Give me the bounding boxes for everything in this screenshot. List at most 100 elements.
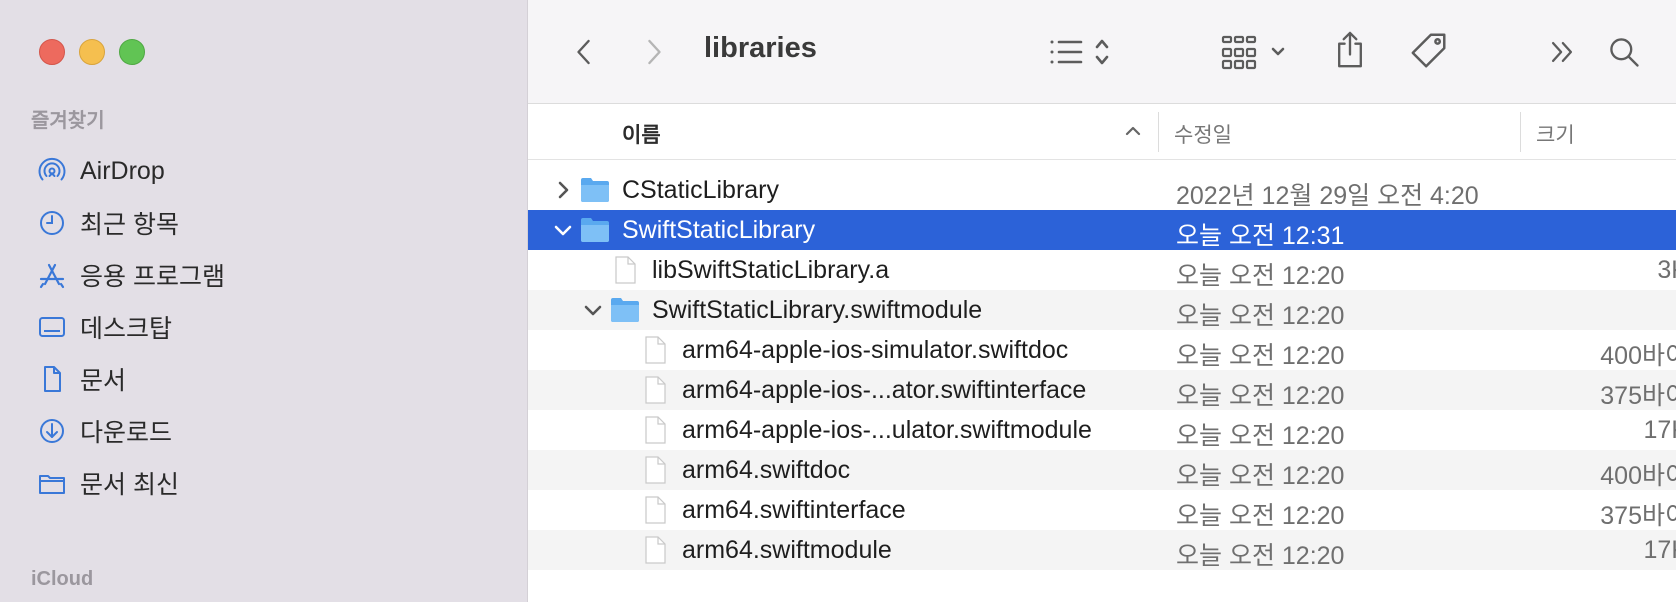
sidebar-item-applications[interactable]: 응용 프로그램 (28, 252, 508, 298)
table-row[interactable]: arm64-apple-ios-...ulator.swiftmodule 오늘… (528, 410, 1676, 450)
back-button[interactable] (566, 32, 602, 72)
file-name: arm64.swiftdoc (682, 456, 851, 484)
file-icon (640, 535, 670, 565)
file-size: 17K (1643, 416, 1676, 444)
file-date: 오늘 오전 12:31 (1176, 222, 1345, 250)
sidebar-item-airdrop[interactable]: AirDrop (28, 148, 508, 194)
table-row[interactable]: arm64-apple-ios-simulator.swiftdoc 오늘 오전… (528, 330, 1676, 370)
sidebar-item-label: AirDrop (80, 156, 165, 185)
table-row[interactable]: arm64.swiftdoc 오늘 오전 12:20 400바이 (528, 450, 1676, 490)
share-icon (1338, 31, 1362, 68)
desktop-icon (34, 309, 70, 345)
file-date: 오늘 오전 12:20 (1176, 502, 1345, 530)
file-icon (640, 495, 670, 525)
forward-button[interactable] (636, 32, 672, 72)
folder-icon (580, 175, 610, 205)
table-row[interactable]: SwiftStaticLibrary.swiftmodule 오늘 오전 12:… (528, 290, 1676, 330)
file-date: 오늘 오전 12:20 (1176, 262, 1345, 290)
file-size: 375바이 (1600, 382, 1676, 410)
file-name: arm64.swiftmodule (682, 536, 892, 564)
file-icon (640, 335, 670, 365)
download-icon (34, 413, 70, 449)
close-window-button[interactable] (39, 39, 65, 65)
file-name: arm64-apple-ios-simulator.swiftdoc (682, 336, 1069, 364)
sidebar-item-desktop[interactable]: 데스크탑 (28, 304, 508, 350)
file-name: libSwiftStaticLibrary.a (652, 256, 890, 284)
column-size-header[interactable]: 크기 (1536, 119, 1575, 149)
tag-icon (1411, 33, 1446, 68)
file-date: 오늘 오전 12:20 (1176, 462, 1345, 490)
file-date: 오늘 오전 12:20 (1176, 342, 1345, 370)
column-divider[interactable] (1158, 112, 1159, 152)
disclosure-expanded-icon[interactable] (552, 219, 574, 241)
minimize-window-button[interactable] (79, 39, 105, 65)
file-name: arm64-apple-ios-...ator.swiftinterface (682, 376, 1087, 404)
sidebar-section-favorites: 즐겨찾기 (31, 110, 105, 132)
sidebar-item-downloads[interactable]: 다운로드 (28, 408, 508, 454)
sidebar-item-recents[interactable]: 최근 항목 (28, 200, 508, 246)
table-row[interactable]: arm64-apple-ios-...ator.swiftinterface 오… (528, 370, 1676, 410)
chevron-right-icon (648, 39, 661, 65)
sidebar: 즐겨찾기 AirDrop 최근 항목 응용 프로그램 데스크탑 문서 다운로드 … (0, 0, 528, 602)
file-name: arm64-apple-ios-...ulator.swiftmodule (682, 416, 1092, 444)
toolbar: libraries (528, 0, 1676, 104)
file-size: 375바이 (1600, 502, 1676, 530)
file-icon (640, 455, 670, 485)
grid-group-icon (1221, 35, 1285, 70)
group-button[interactable] (1218, 30, 1302, 74)
table-row[interactable]: arm64.swiftinterface 오늘 오전 12:20 375바이 (528, 490, 1676, 530)
table-row[interactable]: arm64.swiftmodule 오늘 오전 12:20 17K (528, 530, 1676, 570)
list-view-icon (1050, 39, 1109, 65)
double-chevron-icon (1551, 41, 1573, 63)
file-date: 2022년 12월 29일 오전 4:20 (1176, 182, 1479, 210)
file-size: 3K (1657, 256, 1676, 284)
table-row[interactable]: libSwiftStaticLibrary.a 오늘 오전 12:20 3K (528, 250, 1676, 290)
search-icon (1610, 38, 1639, 67)
window-title: libraries (704, 32, 817, 64)
airdrop-icon (34, 153, 70, 189)
table-row[interactable]: SwiftStaticLibrary 오늘 오전 12:31 (528, 210, 1676, 250)
folder-icon (580, 215, 610, 245)
file-name: CStaticLibrary (622, 176, 779, 204)
sidebar-item-label: 데스크탑 (80, 315, 173, 343)
column-divider[interactable] (1520, 112, 1521, 152)
file-size: 400바이 (1600, 342, 1676, 370)
search-button[interactable] (1602, 30, 1646, 74)
file-date: 오늘 오전 12:20 (1176, 302, 1345, 330)
document-icon (34, 361, 70, 397)
table-row[interactable]: CStaticLibrary 2022년 12월 29일 오전 4:20 (528, 170, 1676, 210)
applications-icon (34, 257, 70, 293)
column-name-header[interactable]: 이름 (622, 119, 661, 149)
folder-icon (610, 295, 640, 325)
sidebar-item-label: 응용 프로그램 (80, 263, 225, 291)
disclosure-collapsed-icon[interactable] (552, 179, 574, 201)
view-options-button[interactable] (1040, 30, 1128, 74)
column-header: 이름 수정일 크기 (528, 104, 1676, 160)
file-icon (610, 255, 640, 285)
file-name: SwiftStaticLibrary.swiftmodule (652, 296, 983, 324)
sidebar-item-documents[interactable]: 문서 (28, 356, 508, 402)
more-toolbar-button[interactable] (1542, 32, 1582, 72)
sidebar-section-icloud: iCloud (31, 568, 94, 590)
finder-window: 즐겨찾기 AirDrop 최근 항목 응용 프로그램 데스크탑 문서 다운로드 … (0, 0, 1676, 602)
clock-icon (34, 205, 70, 241)
file-name: arm64.swiftinterface (682, 496, 906, 524)
file-list: CStaticLibrary 2022년 12월 29일 오전 4:20 Swi… (528, 170, 1676, 570)
file-icon (640, 415, 670, 445)
chevron-left-icon (577, 39, 590, 65)
tag-button[interactable] (1406, 28, 1452, 74)
file-size: 17K (1643, 536, 1676, 564)
sidebar-item-label: 문서 최신 (80, 471, 179, 499)
file-date: 오늘 오전 12:20 (1176, 542, 1345, 570)
disclosure-expanded-icon[interactable] (582, 299, 604, 321)
sidebar-item-recent-documents[interactable]: 문서 최신 (28, 460, 508, 506)
file-date: 오늘 오전 12:20 (1176, 422, 1345, 450)
column-date-header[interactable]: 수정일 (1174, 119, 1232, 149)
sort-ascending-icon[interactable] (1124, 124, 1142, 138)
sidebar-item-label: 최근 항목 (80, 211, 179, 239)
file-name: SwiftStaticLibrary (622, 216, 816, 244)
sidebar-item-label: 다운로드 (80, 419, 173, 447)
sidebar-item-label: 문서 (80, 367, 127, 395)
zoom-window-button[interactable] (119, 39, 145, 65)
share-button[interactable] (1328, 26, 1372, 74)
